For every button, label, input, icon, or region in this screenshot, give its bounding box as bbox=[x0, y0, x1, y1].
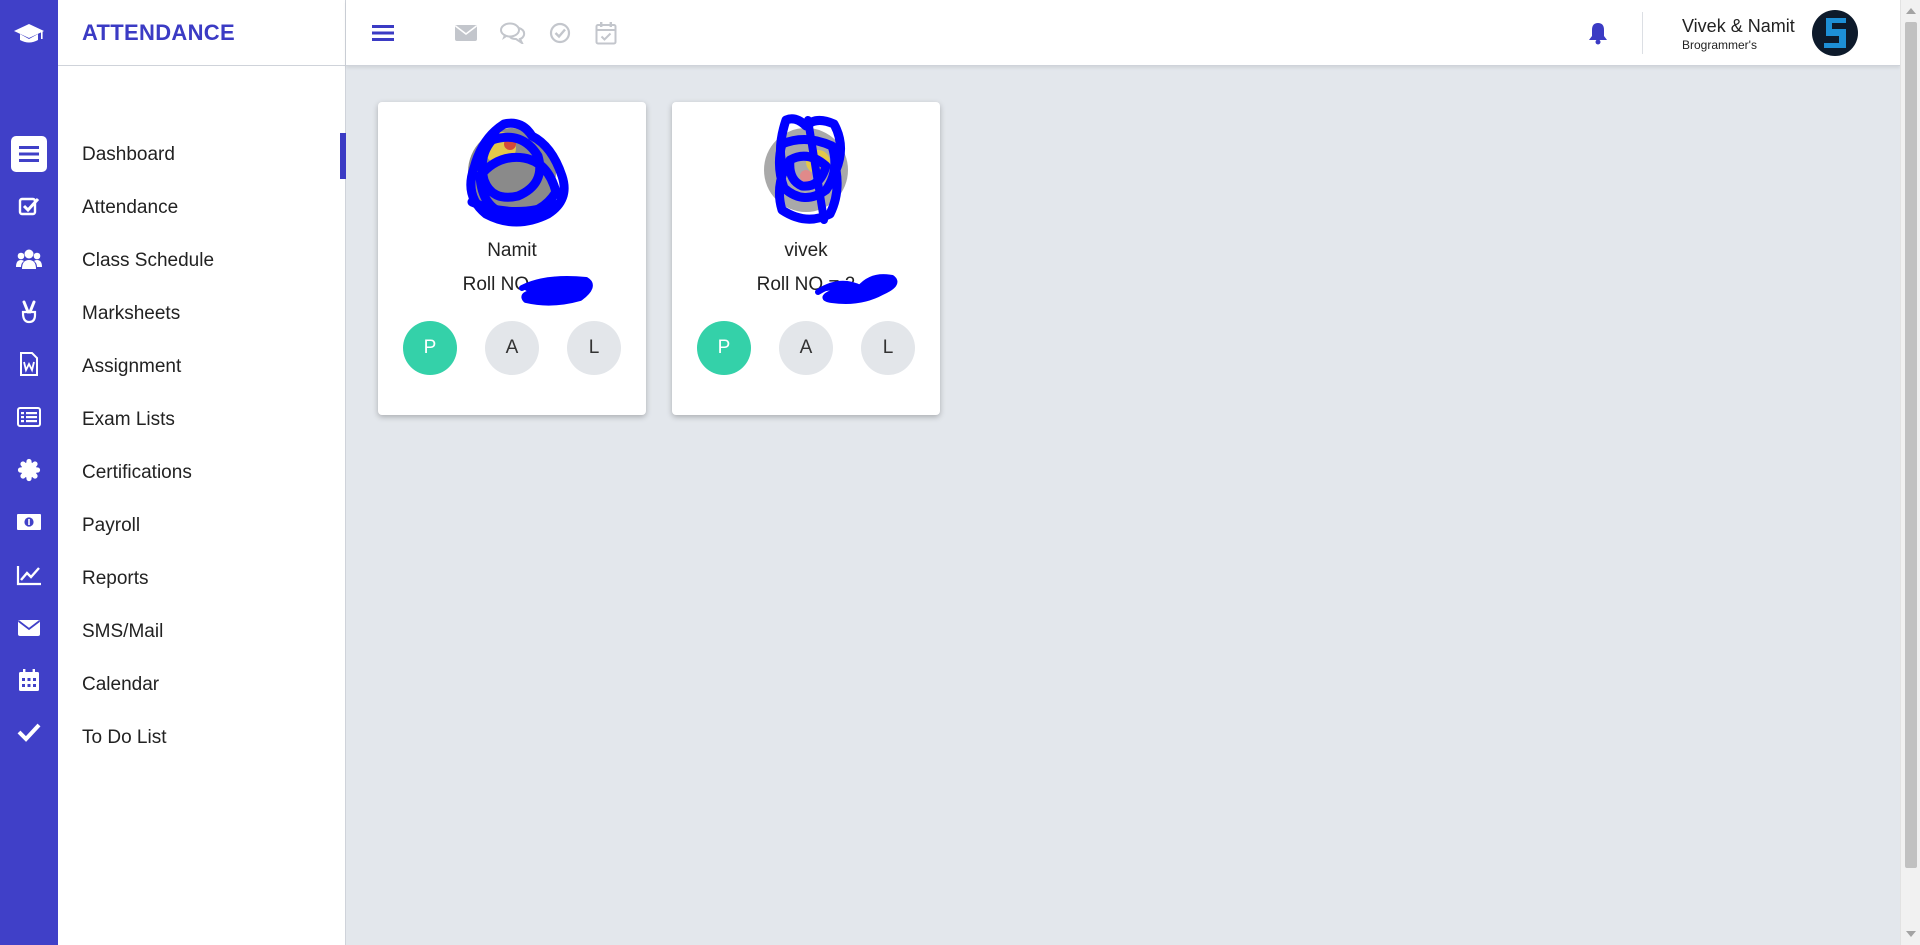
present-button[interactable]: P bbox=[403, 321, 457, 375]
scroll-up-icon[interactable] bbox=[1906, 8, 1916, 14]
line-chart-icon[interactable] bbox=[11, 557, 47, 593]
sidebar-nav: Dashboard Attendance Class Schedule Mark… bbox=[58, 128, 346, 764]
student-photo bbox=[764, 114, 848, 224]
sidebar-item-certifications[interactable]: Certifications bbox=[58, 446, 345, 499]
sidebar-item-to-do-list[interactable]: To Do List bbox=[58, 711, 345, 764]
user-name: Vivek & Namit bbox=[1682, 16, 1795, 36]
sidebar-item-sms-mail[interactable]: SMS/Mail bbox=[58, 605, 345, 658]
bell-icon[interactable] bbox=[1584, 19, 1612, 47]
money-bill-icon[interactable] bbox=[11, 504, 47, 540]
student-card: vivek Roll NO = 2 P A L bbox=[672, 102, 940, 415]
roll-number: Roll NO = 2 bbox=[462, 274, 562, 295]
student-card: Namit Roll NO = 2 P A L bbox=[378, 102, 646, 415]
sidebar-item-class-schedule[interactable]: Class Schedule bbox=[58, 234, 345, 287]
graduation-cap-icon[interactable] bbox=[0, 14, 58, 54]
icon-rail bbox=[0, 0, 58, 945]
sidebar-item-label: Reports bbox=[82, 568, 149, 589]
present-button[interactable]: P bbox=[697, 321, 751, 375]
user-org: Brogrammer's bbox=[1682, 38, 1757, 52]
vertical-scrollbar[interactable] bbox=[1900, 0, 1920, 945]
sidebar-item-label: Marksheets bbox=[82, 303, 181, 324]
active-indicator bbox=[340, 133, 346, 179]
envelope-icon[interactable] bbox=[452, 19, 480, 47]
student-photo bbox=[466, 118, 569, 227]
calendar-check-icon[interactable] bbox=[592, 19, 620, 47]
envelope-icon[interactable] bbox=[11, 610, 47, 646]
list-alt-icon[interactable] bbox=[11, 399, 47, 435]
sidebar-item-label: Certifications bbox=[82, 462, 192, 483]
check-square-icon[interactable] bbox=[11, 188, 47, 224]
student-name: Namit bbox=[487, 240, 537, 261]
leave-button[interactable]: L bbox=[861, 321, 915, 375]
sidebar-item-calendar[interactable]: Calendar bbox=[58, 658, 345, 711]
list-icon[interactable] bbox=[11, 136, 47, 172]
sidebar-item-payroll[interactable]: Payroll bbox=[58, 499, 345, 552]
header-divider bbox=[1642, 12, 1643, 54]
sidebar: ATTENDANCE Dashboard Attendance Class Sc… bbox=[58, 0, 346, 945]
avatar[interactable] bbox=[1812, 10, 1858, 56]
sidebar-item-dashboard[interactable]: Dashboard bbox=[58, 128, 346, 181]
sidebar-item-label: Assignment bbox=[82, 356, 182, 377]
sidebar-item-label: To Do List bbox=[82, 727, 167, 748]
sidebar-item-label: Payroll bbox=[82, 515, 141, 536]
leave-button[interactable]: L bbox=[567, 321, 621, 375]
app-title: ATTENDANCE bbox=[58, 0, 345, 66]
top-header: Vivek & Namit Brogrammer's bbox=[346, 0, 1900, 66]
word-document-icon[interactable] bbox=[11, 346, 47, 382]
certificate-icon[interactable] bbox=[11, 452, 47, 488]
scroll-down-icon[interactable] bbox=[1906, 931, 1916, 937]
sidebar-item-exam-lists[interactable]: Exam Lists bbox=[58, 393, 345, 446]
absent-button[interactable]: A bbox=[485, 321, 539, 375]
comments-icon[interactable] bbox=[499, 19, 527, 47]
menu-icon[interactable] bbox=[370, 20, 396, 46]
sidebar-item-marksheets[interactable]: Marksheets bbox=[58, 287, 345, 340]
sidebar-item-label: Calendar bbox=[82, 674, 160, 695]
sidebar-item-label: Exam Lists bbox=[82, 409, 175, 430]
sidebar-item-label: SMS/Mail bbox=[82, 621, 164, 642]
scrollbar-thumb[interactable] bbox=[1905, 22, 1917, 868]
checkmark-icon[interactable] bbox=[11, 714, 47, 750]
calendar-icon[interactable] bbox=[11, 662, 47, 698]
sidebar-item-assignment[interactable]: Assignment bbox=[58, 340, 345, 393]
student-name: vivek bbox=[784, 240, 828, 261]
victory-hand-icon[interactable] bbox=[11, 294, 47, 330]
users-icon[interactable] bbox=[11, 241, 47, 277]
sidebar-item-label: Dashboard bbox=[82, 144, 175, 165]
roll-number: Roll NO = 2 bbox=[756, 274, 856, 295]
absent-button[interactable]: A bbox=[779, 321, 833, 375]
sidebar-item-reports[interactable]: Reports bbox=[58, 552, 345, 605]
sidebar-item-label: Attendance bbox=[82, 197, 179, 218]
sidebar-item-label: Class Schedule bbox=[82, 250, 215, 271]
check-circle-icon[interactable] bbox=[546, 19, 574, 47]
sidebar-item-attendance[interactable]: Attendance bbox=[58, 181, 345, 234]
